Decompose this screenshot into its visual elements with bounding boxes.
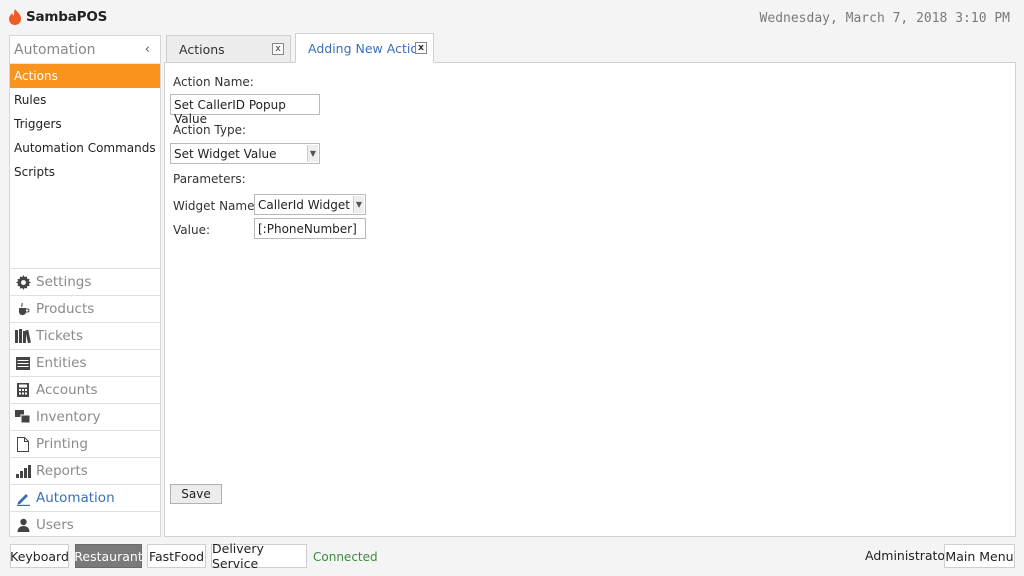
app-name: SambaPOS: [26, 9, 108, 25]
coffee-cup-icon: [15, 301, 31, 317]
tab-label: Actions: [179, 42, 225, 57]
nav-label: Tickets: [36, 328, 83, 344]
nav-automation[interactable]: Automation: [10, 484, 160, 511]
sidebar-item-actions[interactable]: Actions: [10, 64, 160, 88]
action-type-label: Action Type:: [173, 123, 247, 137]
nav-settings[interactable]: Settings: [10, 268, 160, 295]
tab-adding-new-action[interactable]: Adding New Action x: [295, 33, 434, 63]
nav-printing[interactable]: Printing: [10, 430, 160, 457]
sidebar: Automation ‹ Actions Rules Triggers Auto…: [9, 35, 161, 537]
action-name-input[interactable]: Set CallerID Popup Value: [170, 94, 320, 126]
gear-icon: [15, 274, 31, 290]
action-type-select[interactable]: Set Widget Value ▼: [170, 143, 320, 164]
bar-chart-icon: [15, 463, 31, 479]
current-user: Administrator: [865, 548, 951, 563]
pen-icon: [15, 490, 31, 506]
sidebar-item-automation-commands[interactable]: Automation Commands: [10, 136, 160, 160]
nav-users[interactable]: Users: [10, 511, 160, 538]
sidebar-title: Automation: [14, 41, 96, 58]
value-input[interactable]: [:PhoneNumber]: [254, 218, 366, 239]
sidebar-header: Automation ‹: [10, 36, 160, 64]
chevron-down-icon[interactable]: ▼: [353, 196, 364, 213]
nav-label: Accounts: [36, 382, 98, 398]
nav-label: Entities: [36, 355, 87, 371]
nav-accounts[interactable]: Accounts: [10, 376, 160, 403]
delivery-service-button[interactable]: Delivery Service: [211, 541, 307, 571]
datetime-display: Wednesday, March 7, 2018 3:10 PM: [759, 11, 1010, 26]
close-icon[interactable]: x: [415, 42, 427, 54]
document-icon: [15, 436, 31, 452]
flame-logo-icon: [9, 9, 21, 25]
nav-entities[interactable]: Entities: [10, 349, 160, 376]
tab-label: Adding New Action: [308, 40, 426, 56]
inventory-icon: [15, 409, 31, 425]
user-icon: [15, 517, 31, 533]
nav-label: Users: [36, 517, 74, 533]
app-logo: SambaPOS: [8, 9, 107, 25]
save-button[interactable]: Save: [170, 484, 222, 504]
main-menu-button[interactable]: Main Menu: [944, 544, 1015, 568]
connection-status: Connected: [313, 550, 378, 564]
widget-name-label: Widget Name:: [173, 199, 259, 213]
table-icon: [15, 355, 31, 371]
nav-reports[interactable]: Reports: [10, 457, 160, 484]
nav-tickets[interactable]: Tickets: [10, 322, 160, 349]
nav-label: Settings: [36, 274, 92, 290]
main-nav: Settings Products Tickets Entities Accou…: [10, 268, 160, 538]
nav-inventory[interactable]: Inventory: [10, 403, 160, 430]
action-editor-panel: Action Name: Set CallerID Popup Value Ac…: [164, 62, 1016, 537]
nav-label: Inventory: [36, 409, 101, 425]
restaurant-button[interactable]: Restaurant: [74, 544, 143, 568]
fastfood-button[interactable]: FastFood: [147, 544, 206, 568]
nav-label: Printing: [36, 436, 88, 452]
nav-products[interactable]: Products: [10, 295, 160, 322]
sidebar-item-triggers[interactable]: Triggers: [10, 112, 160, 136]
tab-actions[interactable]: Actions x: [166, 35, 291, 63]
sidebar-item-scripts[interactable]: Scripts: [10, 160, 160, 184]
top-bar: SambaPOS Wednesday, March 7, 2018 3:10 P…: [0, 0, 1024, 34]
value-label: Value:: [173, 223, 210, 237]
widget-name-value: CallerId Widget: [258, 198, 350, 212]
parameters-label: Parameters:: [173, 172, 246, 186]
sidebar-item-rules[interactable]: Rules: [10, 88, 160, 112]
widget-name-select[interactable]: CallerId Widget ▼: [254, 194, 366, 215]
calculator-icon: [15, 382, 31, 398]
close-icon[interactable]: x: [272, 43, 284, 55]
books-icon: [15, 328, 31, 344]
nav-label: Automation: [36, 490, 115, 506]
bottom-bar: Keyboard Restaurant FastFood Delivery Se…: [0, 541, 1024, 571]
nav-label: Reports: [36, 463, 88, 479]
nav-label: Products: [36, 301, 95, 317]
keyboard-button[interactable]: Keyboard: [10, 544, 69, 568]
action-name-label: Action Name:: [173, 75, 254, 89]
action-type-value: Set Widget Value: [174, 147, 277, 161]
chevron-down-icon[interactable]: ▼: [307, 145, 318, 162]
collapse-chevron-icon[interactable]: ‹: [145, 42, 150, 57]
